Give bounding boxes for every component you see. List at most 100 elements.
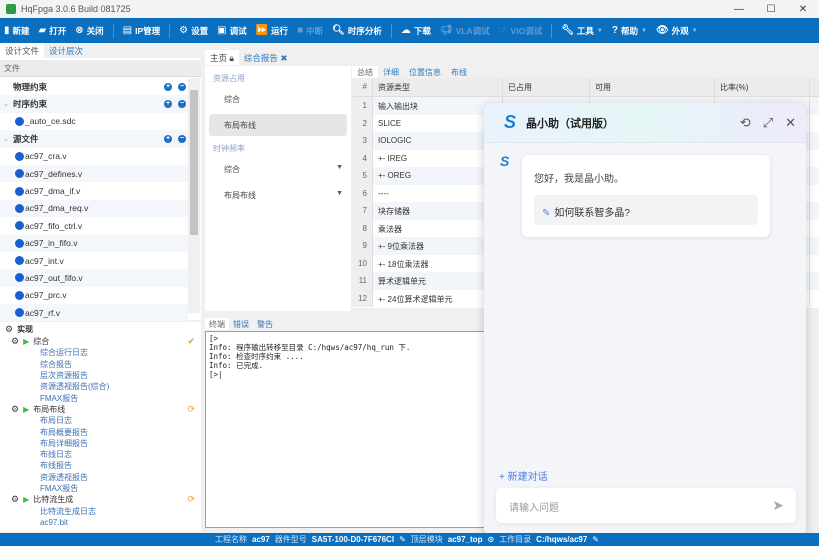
tab-design-files[interactable]: 设计文件 bbox=[0, 43, 45, 58]
toolbar-button[interactable]: ■ 中断 bbox=[297, 25, 323, 37]
tree-file[interactable]: _auto_ce.sdc bbox=[0, 113, 188, 130]
lock-icon: 🔒︎ bbox=[229, 53, 234, 63]
tree-file[interactable]: ac97_in_fifo.v bbox=[0, 234, 188, 252]
toolbar-icon: 📢︎ bbox=[439, 25, 453, 36]
close-tab-icon[interactable]: ✖ bbox=[280, 53, 287, 63]
console-output[interactable]: [> Info: 程序输出转移至目录 C:/hqws/ac97/hq_run 下.… bbox=[205, 331, 485, 528]
gear-icon: ⚙ bbox=[11, 336, 20, 347]
subtab-location[interactable]: 位置信息 bbox=[404, 66, 446, 78]
new-chat-button[interactable]: + 新建对话 bbox=[499, 468, 548, 483]
tree-group[interactable]: ⌄ 源文件 + − bbox=[0, 130, 188, 148]
report-link[interactable]: 布局详细报告 bbox=[0, 438, 201, 449]
tree-file[interactable]: ac97_dma_req.v bbox=[0, 199, 188, 218]
col-resource-type: 资源类型 bbox=[373, 78, 503, 96]
run-icon[interactable]: ▶ bbox=[23, 337, 29, 346]
toolbar-button[interactable]: 🔍︎ 时序分析 bbox=[332, 25, 382, 37]
device-model: SA5T-100-D0-7F676CI bbox=[311, 535, 395, 544]
report-link[interactable]: ac97.bit bbox=[0, 517, 201, 528]
run-icon[interactable]: ▶ bbox=[23, 405, 29, 414]
report-link[interactable]: 综合运行日志 bbox=[0, 347, 201, 358]
add-icon[interactable]: + bbox=[164, 100, 172, 109]
history-icon[interactable]: ⟲ bbox=[740, 115, 751, 131]
chat-input[interactable]: 请输入问题 ➤ bbox=[496, 488, 796, 523]
tree-file[interactable]: ac97_defines.v bbox=[0, 164, 188, 183]
nav-item-clock-synthesis[interactable]: 综合 ▼ bbox=[209, 158, 347, 180]
remove-icon[interactable]: − bbox=[178, 134, 186, 143]
report-link[interactable]: FMAX报告 bbox=[0, 483, 201, 494]
tree-file[interactable]: ac97_cra.v bbox=[0, 148, 188, 165]
expand-icon[interactable]: ⤢ bbox=[763, 115, 773, 131]
tree-file[interactable]: ac97_rf.v bbox=[0, 304, 188, 322]
subtab-summary[interactable]: 总结 bbox=[352, 66, 378, 78]
report-link[interactable]: 资源透视报告 bbox=[0, 472, 201, 483]
subtab-routing[interactable]: 布线 bbox=[446, 66, 472, 78]
toolbar-button[interactable]: ⏩ 运行 bbox=[256, 25, 288, 37]
tree-file[interactable]: ac97_fifo_ctrl.v bbox=[0, 217, 188, 234]
tab-home[interactable]: 主页 🔒︎ bbox=[205, 50, 239, 65]
report-link[interactable]: FMAX报告 bbox=[0, 392, 201, 403]
nav-item-clock-place-route[interactable]: 布局布线 ▼ bbox=[209, 184, 347, 206]
send-icon[interactable]: ➤ bbox=[772, 497, 784, 514]
table-cell: 5 bbox=[352, 167, 373, 185]
toolbar-icon: ▮ bbox=[4, 25, 10, 36]
minimize-button[interactable]: — bbox=[723, 0, 755, 18]
toolbar-icon: ⊗ bbox=[75, 25, 84, 36]
nav-item-synthesis[interactable]: 综合 bbox=[209, 88, 347, 110]
toolbar-button[interactable]: ☞ VIO调试 bbox=[499, 25, 543, 37]
tree-file[interactable]: ac97_int.v bbox=[0, 252, 188, 269]
report-link[interactable]: 布线报告 bbox=[0, 460, 201, 471]
toolbar-button[interactable]: ? 帮助 ▼ bbox=[612, 25, 647, 37]
tree-file[interactable]: ac97_prc.v bbox=[0, 287, 188, 304]
tab-terminal[interactable]: 终端 bbox=[205, 318, 229, 330]
add-icon[interactable]: + bbox=[164, 82, 172, 91]
report-link[interactable]: 比特流生成日志 bbox=[0, 505, 201, 516]
toolbar-button[interactable]: ▮ 新建 bbox=[4, 25, 30, 37]
impl-step[interactable]: ⚙ ▶ 布局布线 ⟳ bbox=[0, 404, 201, 415]
tab-synthesis-report[interactable]: 综合报告 ✖ bbox=[239, 50, 293, 65]
toolbar-button[interactable]: ⚙ 设置 bbox=[179, 25, 208, 37]
report-link[interactable]: 布局日志 bbox=[0, 415, 201, 426]
toolbar-button[interactable]: 👁︎ 外观 ▼ bbox=[656, 25, 698, 37]
report-link[interactable]: 层次资源报告 bbox=[0, 370, 201, 381]
toolbar-button[interactable]: ▣ 调试 bbox=[217, 25, 246, 37]
suggested-question[interactable]: ✎ 如何联系智多晶? bbox=[534, 195, 758, 225]
toolbar-button[interactable]: 📢︎ VLA调试 bbox=[440, 25, 490, 37]
toolbar-button[interactable]: ⊗ 关闭 bbox=[75, 25, 103, 37]
toolbar-button[interactable]: ☁ 下载 bbox=[401, 25, 431, 37]
remove-icon[interactable]: − bbox=[178, 82, 186, 91]
remove-icon[interactable]: − bbox=[178, 100, 186, 109]
tree-file[interactable]: ac97_dma_if.v bbox=[0, 182, 188, 199]
report-link[interactable]: 综合报告 bbox=[0, 359, 201, 370]
tab-warnings[interactable]: 警告 bbox=[253, 318, 277, 330]
gear-icon: ⚙ bbox=[11, 494, 20, 505]
caret-down-icon: ▼ bbox=[691, 27, 698, 34]
toolbar-button[interactable]: ▰ 打开 bbox=[39, 25, 67, 37]
impl-step[interactable]: ⚙ ▶ 综合 ✔ bbox=[0, 336, 201, 347]
toolbar-button[interactable]: 🔧︎ 工具 ▼ bbox=[561, 25, 603, 37]
tree-group[interactable]: ⌄ 时序约束 + − bbox=[0, 95, 188, 113]
edit-device-icon[interactable]: ✎ bbox=[399, 535, 406, 544]
target-icon[interactable]: ⊙ bbox=[487, 535, 494, 544]
toolbar-icon: ▤ bbox=[122, 25, 133, 36]
toolbar-button[interactable]: ▤ IP管理 bbox=[123, 25, 160, 37]
nav-item-place-route[interactable]: 布局布线 bbox=[209, 114, 347, 136]
tab-design-hierarchy[interactable]: 设计层次 bbox=[44, 43, 88, 58]
close-icon[interactable]: ✕ bbox=[785, 115, 796, 131]
table-cell: 12 bbox=[352, 289, 373, 307]
subtab-detail[interactable]: 详细 bbox=[378, 66, 404, 78]
edit-dir-icon[interactable]: ✎ bbox=[592, 535, 599, 544]
impl-step[interactable]: ⚙ ▶ 比特流生成 ⟳ bbox=[0, 494, 201, 505]
maximize-button[interactable]: ☐ bbox=[755, 0, 787, 18]
tree-group[interactable]: 物理约束 + − bbox=[0, 78, 188, 95]
add-icon[interactable]: + bbox=[164, 134, 172, 143]
report-link[interactable]: 资源透视报告(综合) bbox=[0, 381, 201, 392]
report-link[interactable]: 布线日志 bbox=[0, 449, 201, 460]
run-icon[interactable]: ▶ bbox=[23, 495, 29, 504]
report-link[interactable]: 布局概要报告 bbox=[0, 426, 201, 437]
console-line: [> bbox=[209, 334, 219, 343]
impl-title: 实现 bbox=[17, 324, 34, 334]
tree-file[interactable]: ac97_out_fifo.v bbox=[0, 269, 188, 287]
close-window-button[interactable]: ✕ bbox=[787, 0, 819, 18]
tree-scrollbar[interactable] bbox=[188, 78, 200, 313]
tab-errors[interactable]: 错误 bbox=[229, 318, 253, 330]
